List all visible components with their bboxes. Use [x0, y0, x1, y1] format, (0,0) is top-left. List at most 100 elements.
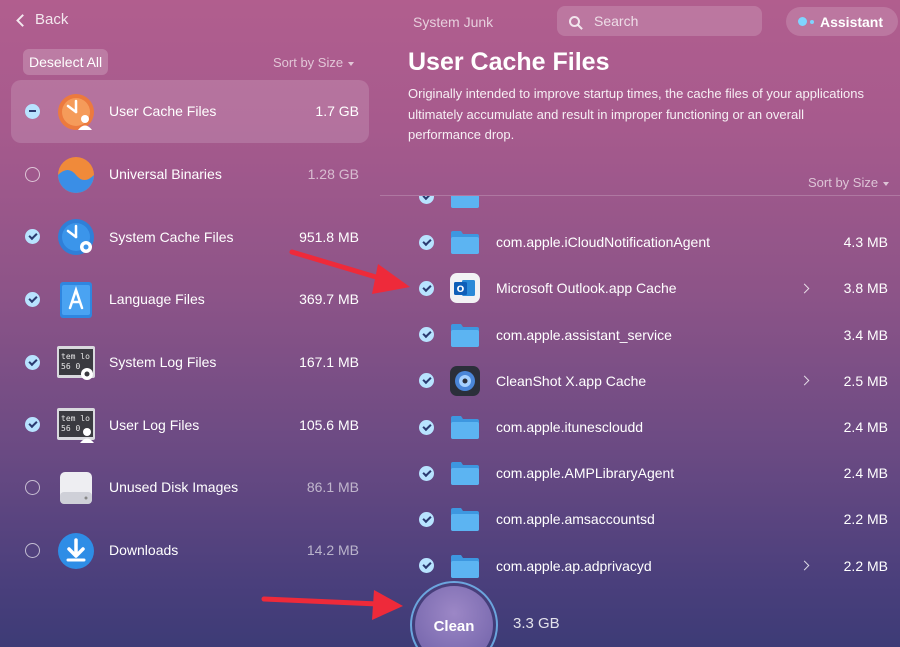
search-input[interactable]: [594, 13, 744, 29]
chevron-right-icon[interactable]: [799, 560, 810, 571]
category-size: 1.28 GB: [307, 166, 359, 183]
sort-label-right: Sort by Size: [808, 175, 879, 190]
annotation-arrow-icon: [261, 590, 403, 620]
svg-text:tem lo: tem lo: [61, 414, 90, 423]
category-size: 105.6 MB: [299, 416, 359, 433]
category-row-universal-binaries[interactable]: Universal Binaries 1.28 GB: [11, 143, 369, 206]
category-name: User Log Files: [109, 416, 200, 433]
sort-by-size-left[interactable]: Sort by Size: [273, 55, 355, 70]
category-checkbox[interactable]: [25, 354, 40, 370]
category-checkbox[interactable]: [25, 103, 40, 119]
back-label: Back: [35, 11, 69, 28]
downloads-icon: [58, 532, 94, 569]
category-checkbox[interactable]: [25, 166, 40, 182]
file-name: com.apple.itunescloudd: [496, 419, 644, 436]
dropdown-arrow-icon: [348, 61, 355, 66]
svg-text:56 0: 56 0: [61, 362, 80, 371]
file-checkbox[interactable]: [419, 234, 434, 250]
file-name: com.apple.iCloudNotificationAgent: [496, 234, 711, 251]
file-name: Microsoft Outlook.app Cache: [496, 280, 677, 297]
category-size: 1.7 GB: [315, 103, 359, 120]
folder-icon: [451, 462, 479, 486]
system-log-icon: tem lo 56 0: [57, 345, 95, 380]
detail-title: User Cache Files: [408, 48, 610, 76]
clean-button-ring: Clean: [410, 581, 498, 647]
category-name: Universal Binaries: [109, 166, 222, 183]
file-name: com.apple.AMPLibraryAgent: [496, 465, 675, 482]
file-row[interactable]: O Microsoft Outlook.app Cache 3.8 MB: [380, 265, 900, 311]
folder-icon: [451, 231, 479, 255]
file-row[interactable]: com.apple.itunescloudd 2.4 MB: [380, 404, 900, 450]
category-checkbox[interactable]: [25, 229, 40, 245]
file-list[interactable]: com.apple.iCloudNotificationAgent 4.3 MB…: [380, 195, 900, 589]
category-row-user-cache[interactable]: User Cache Files 1.7 GB: [11, 80, 369, 143]
category-name: Language Files: [109, 291, 205, 308]
file-checkbox[interactable]: [419, 465, 434, 481]
total-size: 3.3 GB: [513, 615, 560, 632]
assistant-icon: [798, 17, 814, 26]
category-size: 167.1 MB: [299, 354, 359, 371]
folder-icon: [451, 508, 479, 532]
file-row[interactable]: com.apple.AMPLibraryAgent 2.4 MB: [380, 450, 900, 496]
deselect-all-button[interactable]: Deselect All: [23, 49, 109, 75]
dropdown-arrow-icon: [883, 181, 890, 186]
file-checkbox[interactable]: [419, 327, 434, 343]
folder-icon: [451, 323, 479, 347]
category-checkbox[interactable]: [25, 417, 40, 433]
category-checkbox[interactable]: [25, 291, 40, 307]
file-checkbox[interactable]: [419, 373, 434, 389]
chevron-right-icon[interactable]: [799, 283, 810, 294]
file-size: 2.4 MB: [843, 419, 888, 436]
category-size: 14.2 MB: [306, 542, 359, 559]
folder-icon: [451, 196, 479, 208]
detail-description: Originally intended to improve startup t…: [408, 86, 864, 142]
category-name: Unused Disk Images: [109, 479, 239, 496]
disk-image-icon: [60, 472, 92, 505]
category-checkbox[interactable]: [25, 542, 40, 558]
assistant-button[interactable]: Assistant: [786, 7, 898, 36]
category-size: 369.7 MB: [299, 291, 359, 308]
sort-label-left: Sort by Size: [273, 55, 344, 70]
sort-by-size-right[interactable]: Sort by Size: [808, 175, 890, 190]
category-size: 86.1 MB: [306, 479, 359, 496]
outlook-icon: O: [450, 273, 480, 304]
system-cache-icon: [58, 219, 94, 256]
category-row-downloads[interactable]: Downloads 14.2 MB: [11, 519, 369, 582]
file-checkbox[interactable]: [419, 196, 434, 204]
file-checkbox[interactable]: [419, 419, 434, 435]
category-list: User Cache Files 1.7 GB Universal Binari…: [11, 80, 369, 582]
universal-binaries-icon: [58, 156, 94, 193]
svg-text:O: O: [457, 285, 465, 295]
file-name: com.apple.ap.adprivacyd: [496, 557, 652, 574]
file-checkbox[interactable]: [419, 511, 434, 527]
category-row-unused-disk-images[interactable]: Unused Disk Images 86.1 MB: [11, 456, 369, 519]
file-row-partial[interactable]: [380, 196, 900, 219]
language-files-icon: [60, 282, 92, 319]
file-row[interactable]: com.apple.assistant_service 3.4 MB: [380, 312, 900, 358]
file-checkbox[interactable]: [419, 558, 434, 574]
category-row-language-files[interactable]: Language Files 369.7 MB: [11, 268, 369, 331]
section-title: System Junk: [413, 14, 494, 30]
search-icon: [569, 15, 580, 27]
clean-button[interactable]: Clean: [415, 586, 493, 647]
file-name: com.apple.assistant_service: [496, 326, 672, 343]
file-checkbox[interactable]: [419, 280, 434, 296]
user-cache-icon: [58, 94, 94, 130]
category-row-user-log[interactable]: tem lo 56 0 User Log Files 105.6 MB: [11, 393, 369, 456]
file-size: 2.4 MB: [843, 465, 888, 482]
category-row-system-cache[interactable]: System Cache Files 951.8 MB: [11, 205, 369, 268]
file-size: 2.5 MB: [843, 372, 888, 389]
chevron-right-icon[interactable]: [799, 375, 810, 386]
back-button[interactable]: Back: [16, 11, 69, 28]
file-size: 2.2 MB: [843, 511, 888, 528]
file-row[interactable]: CleanShot X.app Cache 2.5 MB: [380, 358, 900, 404]
category-checkbox[interactable]: [25, 479, 40, 495]
category-row-system-log[interactable]: tem lo 56 0 System Log Files 167.1 MB: [11, 331, 369, 394]
file-row[interactable]: com.apple.iCloudNotificationAgent 4.3 MB: [380, 219, 900, 265]
user-log-icon: tem lo 56 0: [57, 408, 95, 444]
folder-icon: [451, 415, 479, 439]
file-list-content: com.apple.iCloudNotificationAgent 4.3 MB…: [380, 196, 900, 589]
file-row[interactable]: com.apple.amsaccountsd 2.2 MB: [380, 496, 900, 542]
search-field[interactable]: [557, 6, 762, 36]
assistant-label: Assistant: [820, 13, 884, 30]
